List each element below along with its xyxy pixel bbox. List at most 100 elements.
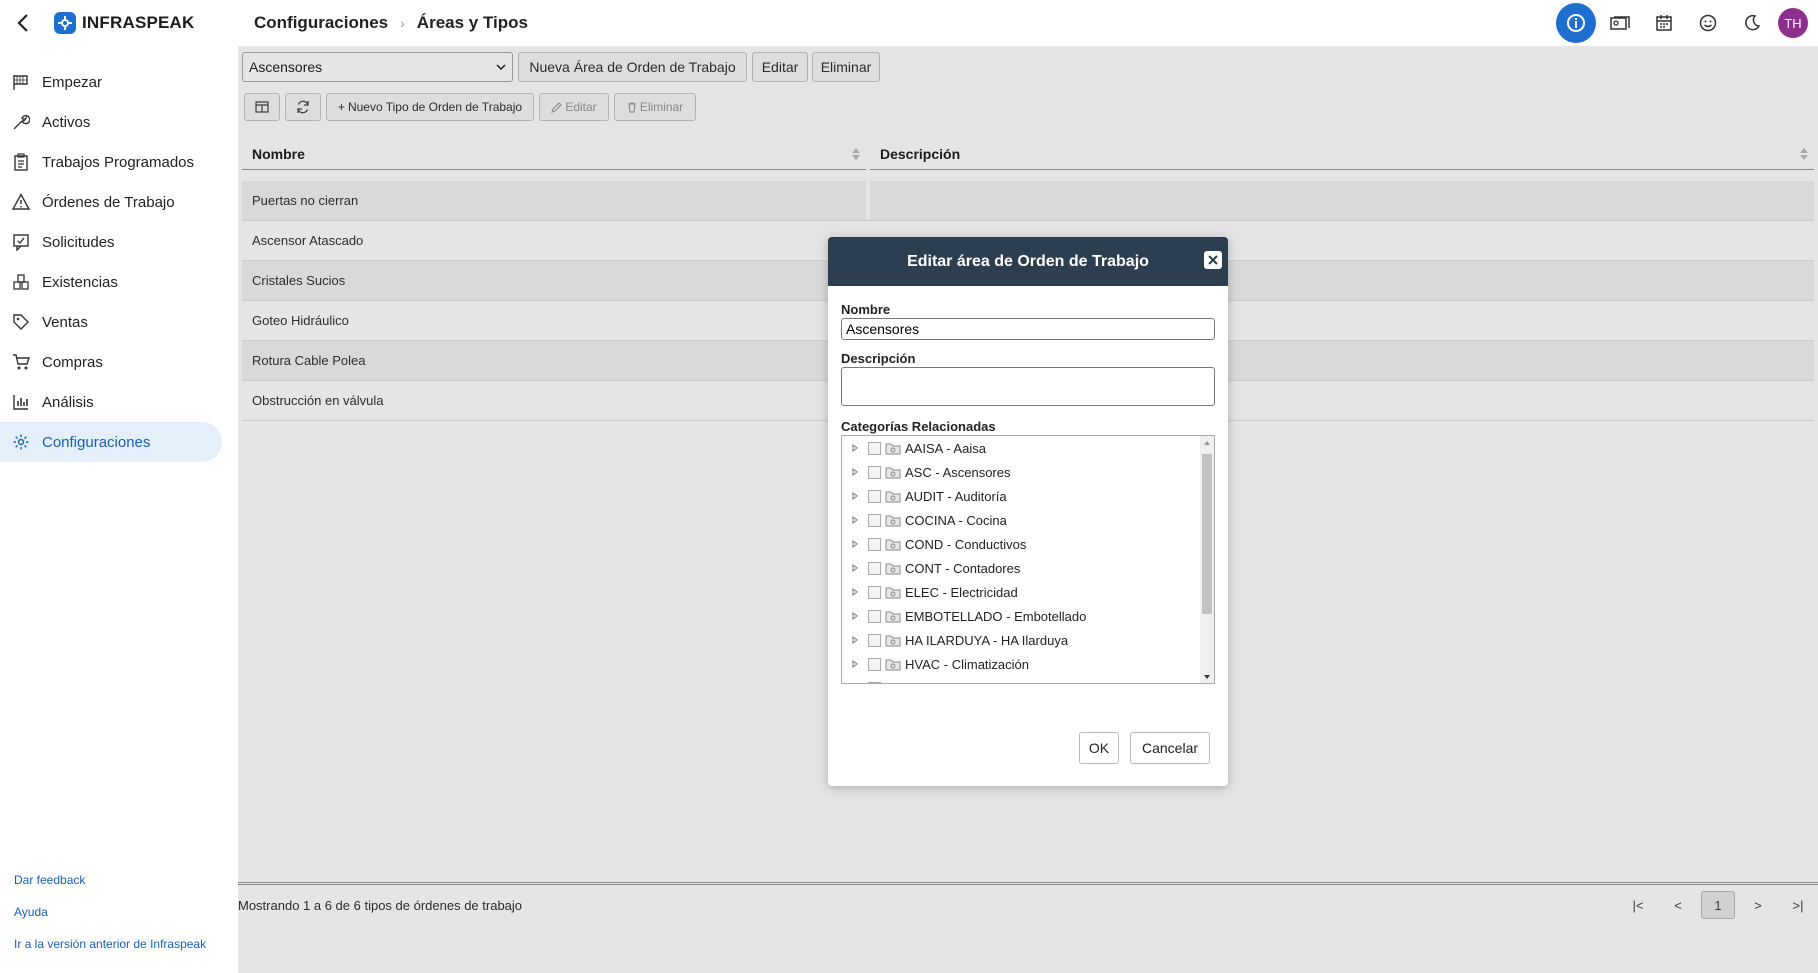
legacy-version-link[interactable]: Ir a la versión anterior de Infraspeak: [14, 937, 206, 951]
node-label: COND - Conductivos: [905, 536, 1027, 552]
tree-node[interactable]: AUDIT - Auditoría: [842, 484, 1007, 508]
info-icon: [1556, 3, 1596, 43]
sidebar-item-ventas[interactable]: Ventas: [0, 302, 222, 342]
scroll-up-icon[interactable]: [1200, 437, 1214, 449]
tree-node[interactable]: ASC - Ascensores: [842, 460, 1011, 484]
infraspeak-logo-icon: [54, 12, 76, 34]
tree-node[interactable]: CONT - Contadores: [842, 556, 1020, 580]
expand-arrow-icon[interactable]: [848, 612, 862, 620]
tree-node[interactable]: AAISA - Aaisa: [842, 436, 986, 460]
dialog-header: Editar área de Orden de Trabajo: [828, 237, 1228, 286]
chevron-right-icon: ›: [400, 15, 405, 31]
sidebar-item-label: Activos: [42, 113, 91, 131]
request-icon: [13, 234, 29, 251]
expand-arrow-icon[interactable]: [848, 516, 862, 524]
node-checkbox[interactable]: [868, 513, 881, 527]
name-label: Nombre: [841, 302, 891, 317]
edit-area-dialog: Editar área de Orden de Trabajo Nombre D…: [828, 237, 1228, 786]
folder-icon: [885, 491, 901, 502]
boxes-icon: [13, 274, 29, 290]
sidebar-item-solicitudes[interactable]: Solicitudes: [0, 222, 222, 262]
categories-tree[interactable]: AAISA - Aaisa ASC - Ascensores AUDIT - A…: [841, 435, 1215, 684]
sidebar-item-label: Órdenes de Trabajo: [42, 193, 175, 211]
feedback-link[interactable]: Dar feedback: [14, 873, 85, 887]
expand-arrow-icon[interactable]: [848, 468, 862, 476]
tree-node[interactable]: EMBOTELLADO - Embotellado: [842, 604, 1086, 628]
calendar-icon[interactable]: [1642, 0, 1686, 46]
info-button[interactable]: [1554, 0, 1598, 46]
node-checkbox[interactable]: [868, 657, 881, 671]
sidebar-item-existencias[interactable]: Existencias: [0, 262, 222, 302]
expand-arrow-icon[interactable]: [848, 564, 862, 572]
categories-label: Categorías Relacionadas: [841, 419, 996, 434]
node-label: ASC - Ascensores: [905, 464, 1011, 480]
expand-arrow-icon[interactable]: [848, 660, 862, 668]
node-checkbox[interactable]: [868, 609, 881, 623]
sidebar-item-activos[interactable]: Activos: [0, 102, 222, 142]
node-checkbox[interactable]: [868, 585, 881, 599]
avatar[interactable]: TH: [1778, 8, 1808, 38]
close-icon[interactable]: [1204, 251, 1222, 269]
sidebar-item-analisis[interactable]: Análisis: [0, 382, 222, 422]
expand-arrow-icon[interactable]: [848, 636, 862, 644]
tree-node[interactable]: COCINA - Cocina: [842, 508, 1007, 532]
top-bar: INFRASPEAK Configuraciones › Áreas y Tip…: [0, 0, 1818, 46]
folder-icon: [885, 515, 901, 526]
sidebar-item-label: Compras: [42, 353, 103, 371]
tree-node[interactable]: HA ILARDUYA - HA Ilarduya: [842, 628, 1068, 652]
scroll-thumb[interactable]: [1202, 454, 1212, 614]
cart-icon: [13, 354, 30, 370]
description-label: Descripción: [841, 351, 916, 366]
sidebar-item-label: Empezar: [42, 73, 103, 91]
sidebar-item-label: Configuraciones: [42, 433, 151, 451]
top-actions: TH: [1554, 0, 1818, 46]
tree-node-partial: [842, 676, 881, 683]
node-label: AAISA - Aaisa: [905, 440, 986, 456]
breadcrumb-parent[interactable]: Configuraciones: [254, 13, 388, 33]
smiley-icon[interactable]: [1686, 0, 1730, 46]
brand-name: INFRASPEAK: [82, 13, 195, 32]
name-field[interactable]: [841, 318, 1215, 340]
node-checkbox[interactable]: [868, 633, 881, 647]
node-checkbox[interactable]: [868, 537, 881, 551]
ok-button[interactable]: OK: [1079, 732, 1119, 764]
sidebar-item-label: Trabajos Programados: [42, 153, 195, 171]
node-checkbox[interactable]: [868, 441, 881, 455]
node-checkbox[interactable]: [868, 489, 881, 503]
expand-arrow-icon[interactable]: [848, 540, 862, 548]
flag-icon: [13, 75, 28, 90]
sidebar-item-empezar[interactable]: Empezar: [0, 62, 222, 102]
node-label: COCINA - Cocina: [905, 512, 1007, 528]
app-logo[interactable]: INFRASPEAK: [54, 12, 195, 34]
sidebar-item-configuraciones[interactable]: Configuraciones: [0, 422, 222, 462]
expand-arrow-icon[interactable]: [848, 492, 862, 500]
node-checkbox[interactable]: [868, 561, 881, 575]
sidebar-item-trabajos-programados[interactable]: Trabajos Programados: [0, 142, 222, 182]
folder-icon: [885, 611, 901, 622]
dialog-title: Editar área de Orden de Trabajo: [907, 252, 1149, 270]
scroll-down-icon[interactable]: [1200, 671, 1214, 683]
folder-icon: [885, 563, 901, 574]
tree-node[interactable]: HVAC - Climatización: [842, 652, 1029, 676]
cancel-button[interactable]: Cancelar: [1130, 732, 1210, 764]
folder-icon: [885, 539, 901, 550]
node-checkbox[interactable]: [868, 465, 881, 479]
account-card-icon[interactable]: [1598, 0, 1642, 46]
back-arrow-icon[interactable]: [12, 12, 34, 34]
expand-arrow-icon[interactable]: [848, 444, 862, 452]
moon-icon[interactable]: [1730, 0, 1774, 46]
tree-node[interactable]: ELEC - Electricidad: [842, 580, 1018, 604]
sidebar-item-ordenes-de-trabajo[interactable]: Órdenes de Trabajo: [0, 182, 222, 222]
node-label: EMBOTELLADO - Embotellado: [905, 608, 1087, 624]
sidebar: Empezar Activos Trabajos Programados Órd…: [0, 46, 238, 973]
node-label: HA ILARDUYA - HA Ilarduya: [905, 632, 1069, 648]
expand-arrow-icon[interactable]: [848, 588, 862, 596]
sidebar-item-compras[interactable]: Compras: [0, 342, 222, 382]
node-label: AUDIT - Auditoría: [905, 488, 1007, 504]
sidebar-item-label: Solicitudes: [42, 233, 115, 251]
tree-scrollbar[interactable]: [1200, 436, 1214, 683]
tree-node[interactable]: COND - Conductivos: [842, 532, 1026, 556]
description-field[interactable]: [841, 367, 1215, 406]
help-link[interactable]: Ayuda: [14, 905, 48, 919]
chart-icon: [13, 395, 28, 410]
